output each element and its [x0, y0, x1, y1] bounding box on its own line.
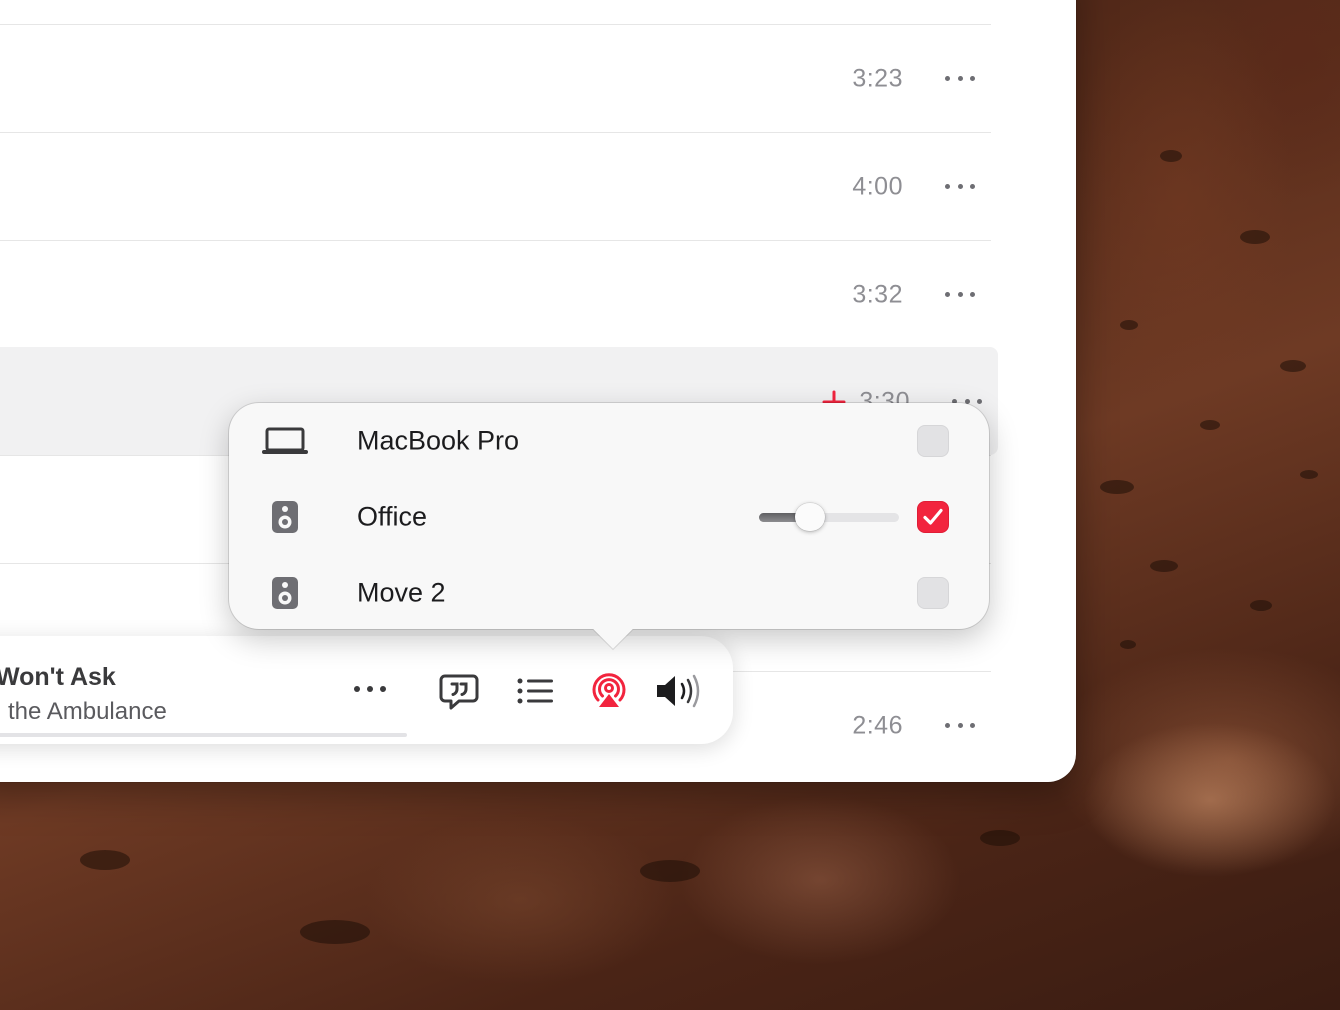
- playback-progress-bar[interactable]: [0, 733, 407, 737]
- device-name: Office: [357, 501, 428, 532]
- track-row[interactable]: 4:00: [0, 132, 991, 240]
- speaker-icon: [261, 573, 309, 613]
- lyrics-icon: [439, 674, 479, 710]
- device-row-move-2[interactable]: Move 2: [229, 555, 989, 631]
- volume-button[interactable]: [654, 672, 706, 710]
- queue-button[interactable]: [515, 674, 555, 708]
- now-playing-artist[interactable]: n the Ambulance: [0, 698, 167, 726]
- track-duration: 3:32: [852, 280, 903, 308]
- airplay-icon: [592, 673, 626, 707]
- mini-player: Won't Ask n the Ambulance: [0, 636, 733, 744]
- laptop-icon: [261, 421, 309, 461]
- track-more-button[interactable]: [945, 290, 975, 300]
- slider-knob[interactable]: [795, 503, 826, 531]
- now-playing-title[interactable]: Won't Ask: [0, 663, 116, 692]
- device-checkbox-macbook-pro[interactable]: [917, 425, 949, 457]
- lyrics-button[interactable]: [438, 672, 480, 712]
- office-volume-slider[interactable]: [759, 502, 899, 532]
- checkmark-icon: [923, 508, 943, 525]
- device-row-macbook-pro[interactable]: MacBook Pro: [229, 403, 989, 479]
- device-name: Move 2: [357, 577, 446, 608]
- track-duration: 2:46: [852, 711, 903, 739]
- track-more-button[interactable]: [945, 74, 975, 84]
- track-duration: 4:00: [852, 172, 903, 200]
- track-row[interactable]: 3:32: [0, 240, 991, 348]
- airplay-popover: MacBook Pro Office Move 2: [229, 403, 989, 649]
- volume-icon: [657, 674, 700, 708]
- airplay-button[interactable]: [588, 670, 630, 712]
- more-icon: [354, 686, 386, 692]
- track-duration: 3:23: [852, 64, 903, 92]
- device-row-office[interactable]: Office: [229, 479, 989, 555]
- device-name: MacBook Pro: [357, 425, 520, 456]
- track-more-button[interactable]: [945, 182, 975, 192]
- speaker-icon: [261, 497, 309, 537]
- more-button[interactable]: [350, 674, 390, 704]
- queue-icon: [517, 678, 553, 704]
- device-checkbox-move-2[interactable]: [917, 577, 949, 609]
- device-checkbox-office[interactable]: [917, 501, 949, 533]
- track-more-button[interactable]: [945, 721, 975, 731]
- track-row[interactable]: 3:23: [0, 24, 991, 132]
